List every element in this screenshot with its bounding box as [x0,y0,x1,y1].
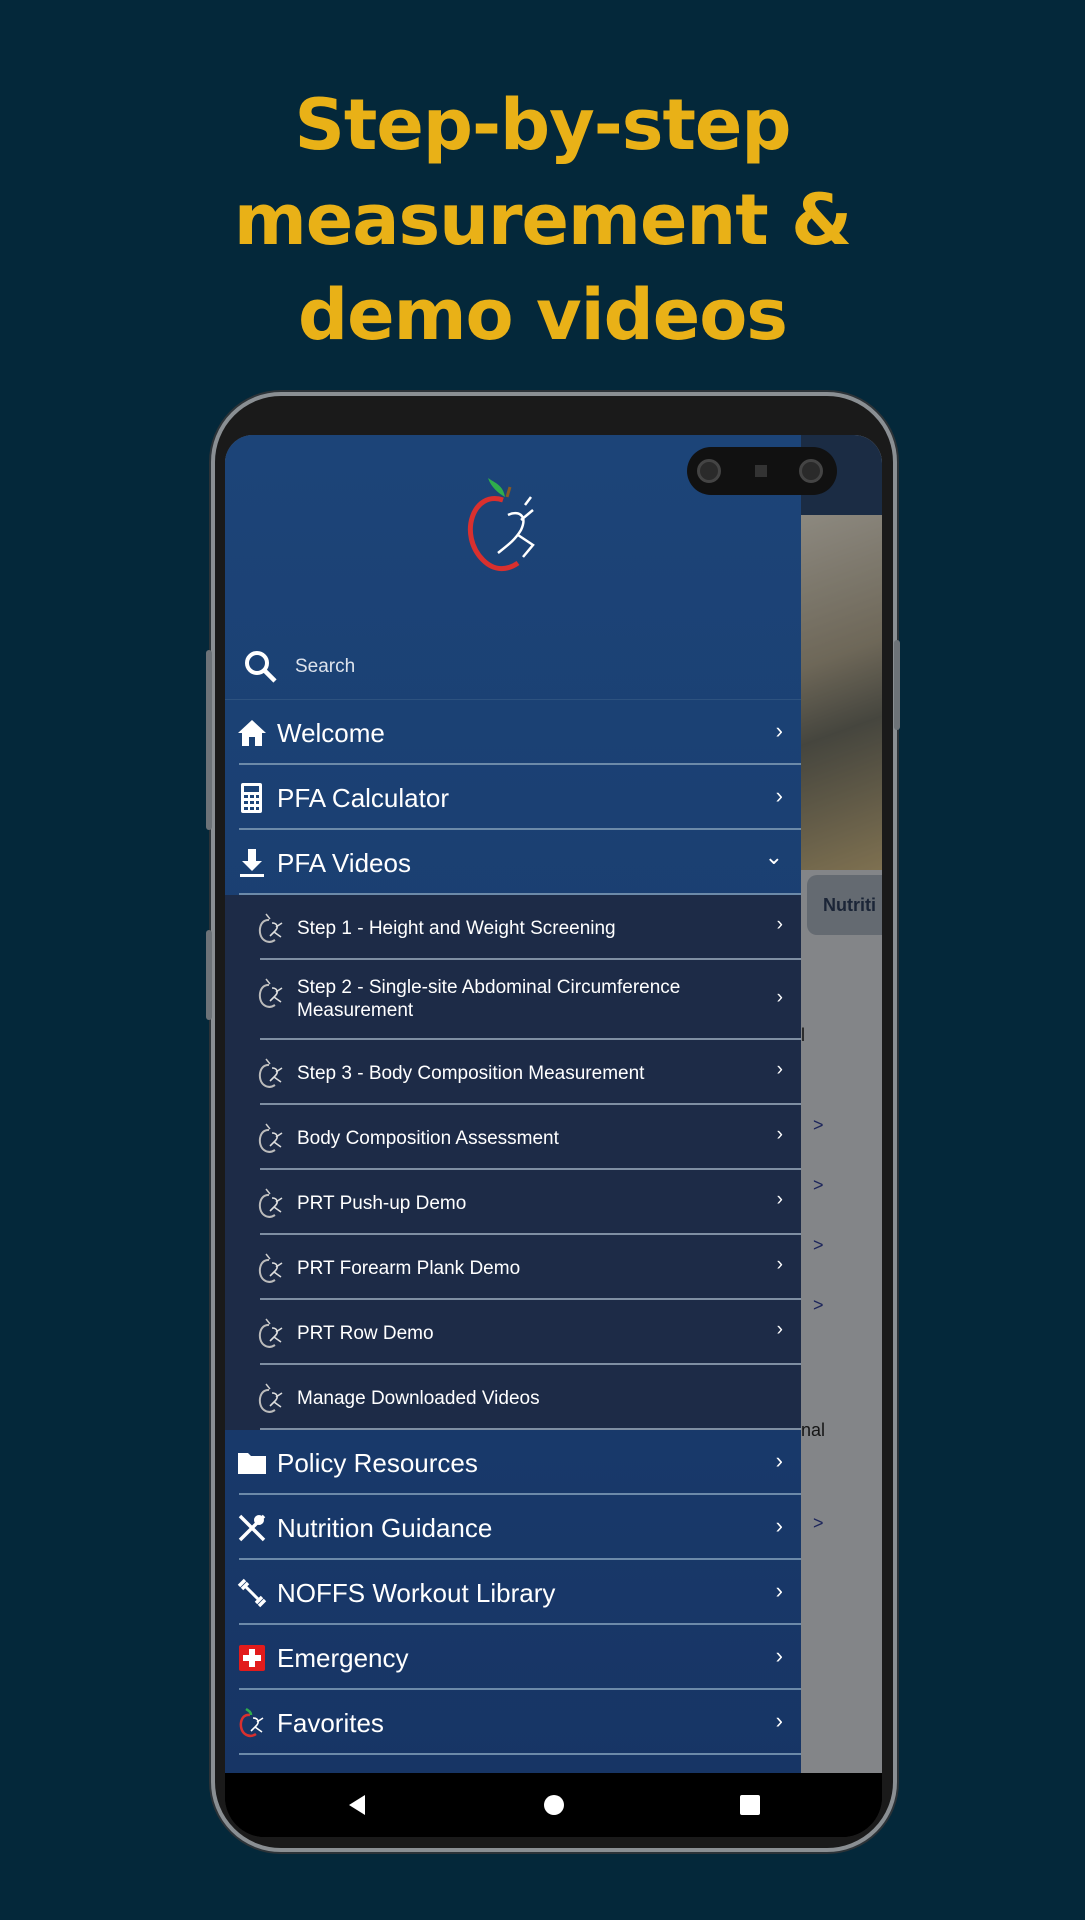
submenu-item[interactable]: Step 3 - Body Composition Measurement › [258,1040,801,1105]
submenu-item-label: Step 3 - Body Composition Measurement [297,1063,645,1084]
video-logo-icon [255,978,287,1008]
submenu-item[interactable]: PRT Push-up Demo › [258,1170,801,1235]
menu-item-label: NOFFS Workout Library [277,1578,556,1608]
medical-cross-icon [236,1642,268,1674]
headline-line-3: demo videos [298,274,788,356]
headline-line-2: measurement & [233,179,852,261]
home-icon [238,720,266,746]
download-icon [240,849,264,877]
chevron-right-icon: › [776,1319,783,1340]
submenu-item[interactable]: Step 2 - Single-site Abdominal Circumfer… [258,960,801,1040]
calculator-icon [241,783,262,813]
video-logo-icon [255,1123,287,1153]
chevron-right-icon: › [775,783,783,808]
menu-item-label: Emergency [277,1643,409,1673]
search-placeholder: Search [295,656,356,677]
submenu-item-label: PRT Push-up Demo [297,1193,467,1214]
chevron-right-icon: › [775,1708,783,1733]
side-button [206,930,212,1020]
folder-icon [236,1447,268,1479]
camera-lens [697,459,721,483]
search-field[interactable]: Search [225,635,801,700]
phone-screen: Nutriti l > > > > nal > Search Welcome › [225,435,882,1837]
home-button-icon[interactable] [542,1793,566,1817]
chevron-right-icon: › [776,987,783,1008]
submenu-item-label: Step 2 - Single-site Abdominal Circumfer… [297,977,681,1021]
menu-item-emergency[interactable]: Emergency › [239,1625,801,1690]
menu-list: Welcome › PFA Calculator › PFA Videos ⌄ … [225,700,801,1755]
submenu-item-label: PRT Forearm Plank Demo [297,1258,521,1279]
submenu-item[interactable]: Body Composition Assessment › [258,1105,801,1170]
video-logo-icon [255,1318,287,1348]
submenu-item[interactable]: PRT Forearm Plank Demo › [258,1235,801,1300]
headline: Step-by-step measurement & demo videos [0,78,1085,363]
submenu-item-label: Body Composition Assessment [297,1128,559,1149]
chevron-right-icon: › [776,1189,783,1210]
utensils-icon [236,1512,268,1544]
chevron-right-icon: › [775,1513,783,1538]
chevron-right-icon: › [776,914,783,935]
submenu-item[interactable]: Manage Downloaded Videos [258,1365,801,1430]
chevron-right-icon: › [776,1124,783,1145]
system-nav-bar [225,1773,882,1837]
menu-item-label: Welcome [277,718,385,748]
chevron-right-icon: › [775,718,783,743]
menu-item-noffs-workout-library[interactable]: NOFFS Workout Library › [236,1560,801,1625]
back-icon[interactable] [345,1793,369,1817]
navigation-drawer: Search Welcome › PFA Calculator › PFA Vi… [225,435,801,1773]
menu-item-nutrition-guidance[interactable]: Nutrition Guidance › [236,1495,801,1560]
scrim[interactable] [801,515,882,1773]
menu-item-policy-resources[interactable]: Policy Resources › [236,1430,801,1495]
chevron-right-icon: › [775,1643,783,1668]
video-logo-icon [255,1383,287,1413]
volume-button [206,650,212,830]
search-icon [245,651,277,683]
chevron-right-icon: › [776,1254,783,1275]
power-button [894,640,900,730]
pfa-videos-submenu: Step 1 - Height and Weight Screening › Ste… [225,895,801,1430]
submenu-item[interactable]: Step 1 - Height and Weight Screening › [258,895,801,960]
submenu-item[interactable]: PRT Row Demo › [258,1300,801,1365]
menu-item-label: Favorites [277,1708,384,1738]
menu-item-label: Nutrition Guidance [277,1513,493,1543]
recents-icon[interactable] [738,1793,762,1817]
menu-item-welcome[interactable]: Welcome › [238,700,801,765]
menu-list-lower: Policy Resources › Nutrition Guidance › NOFF… [225,1430,801,1755]
video-logo-icon [255,1188,287,1218]
front-camera [687,447,837,495]
headline-line-1: Step-by-step [294,84,791,166]
menu-item-label: Policy Resources [277,1448,478,1478]
chevron-right-icon: › [775,1578,783,1603]
submenu-item-label: PRT Row Demo [297,1323,434,1344]
chevron-right-icon: › [775,1448,783,1473]
submenu-item-label: Manage Downloaded Videos [297,1388,540,1409]
menu-item-pfa-calculator[interactable]: PFA Calculator › [239,765,801,830]
chevron-down-icon: ⌄ [764,844,783,869]
camera-lens [799,459,823,483]
dumbbell-icon [236,1577,268,1609]
apple-logo-icon [236,1707,268,1739]
menu-item-label: PFA Videos [277,848,411,878]
menu-item-favorites[interactable]: Favorites › [239,1690,801,1755]
submenu-item-label: Step 1 - Height and Weight Screening [297,918,616,939]
sensor [755,465,767,477]
chevron-right-icon: › [776,1059,783,1080]
video-logo-icon [255,1058,287,1088]
video-logo-icon [255,913,287,943]
menu-item-label: PFA Calculator [277,783,449,813]
video-logo-icon [255,1253,287,1283]
menu-item-pfa-videos[interactable]: PFA Videos ⌄ [239,830,801,895]
app-logo-icon [467,478,535,572]
